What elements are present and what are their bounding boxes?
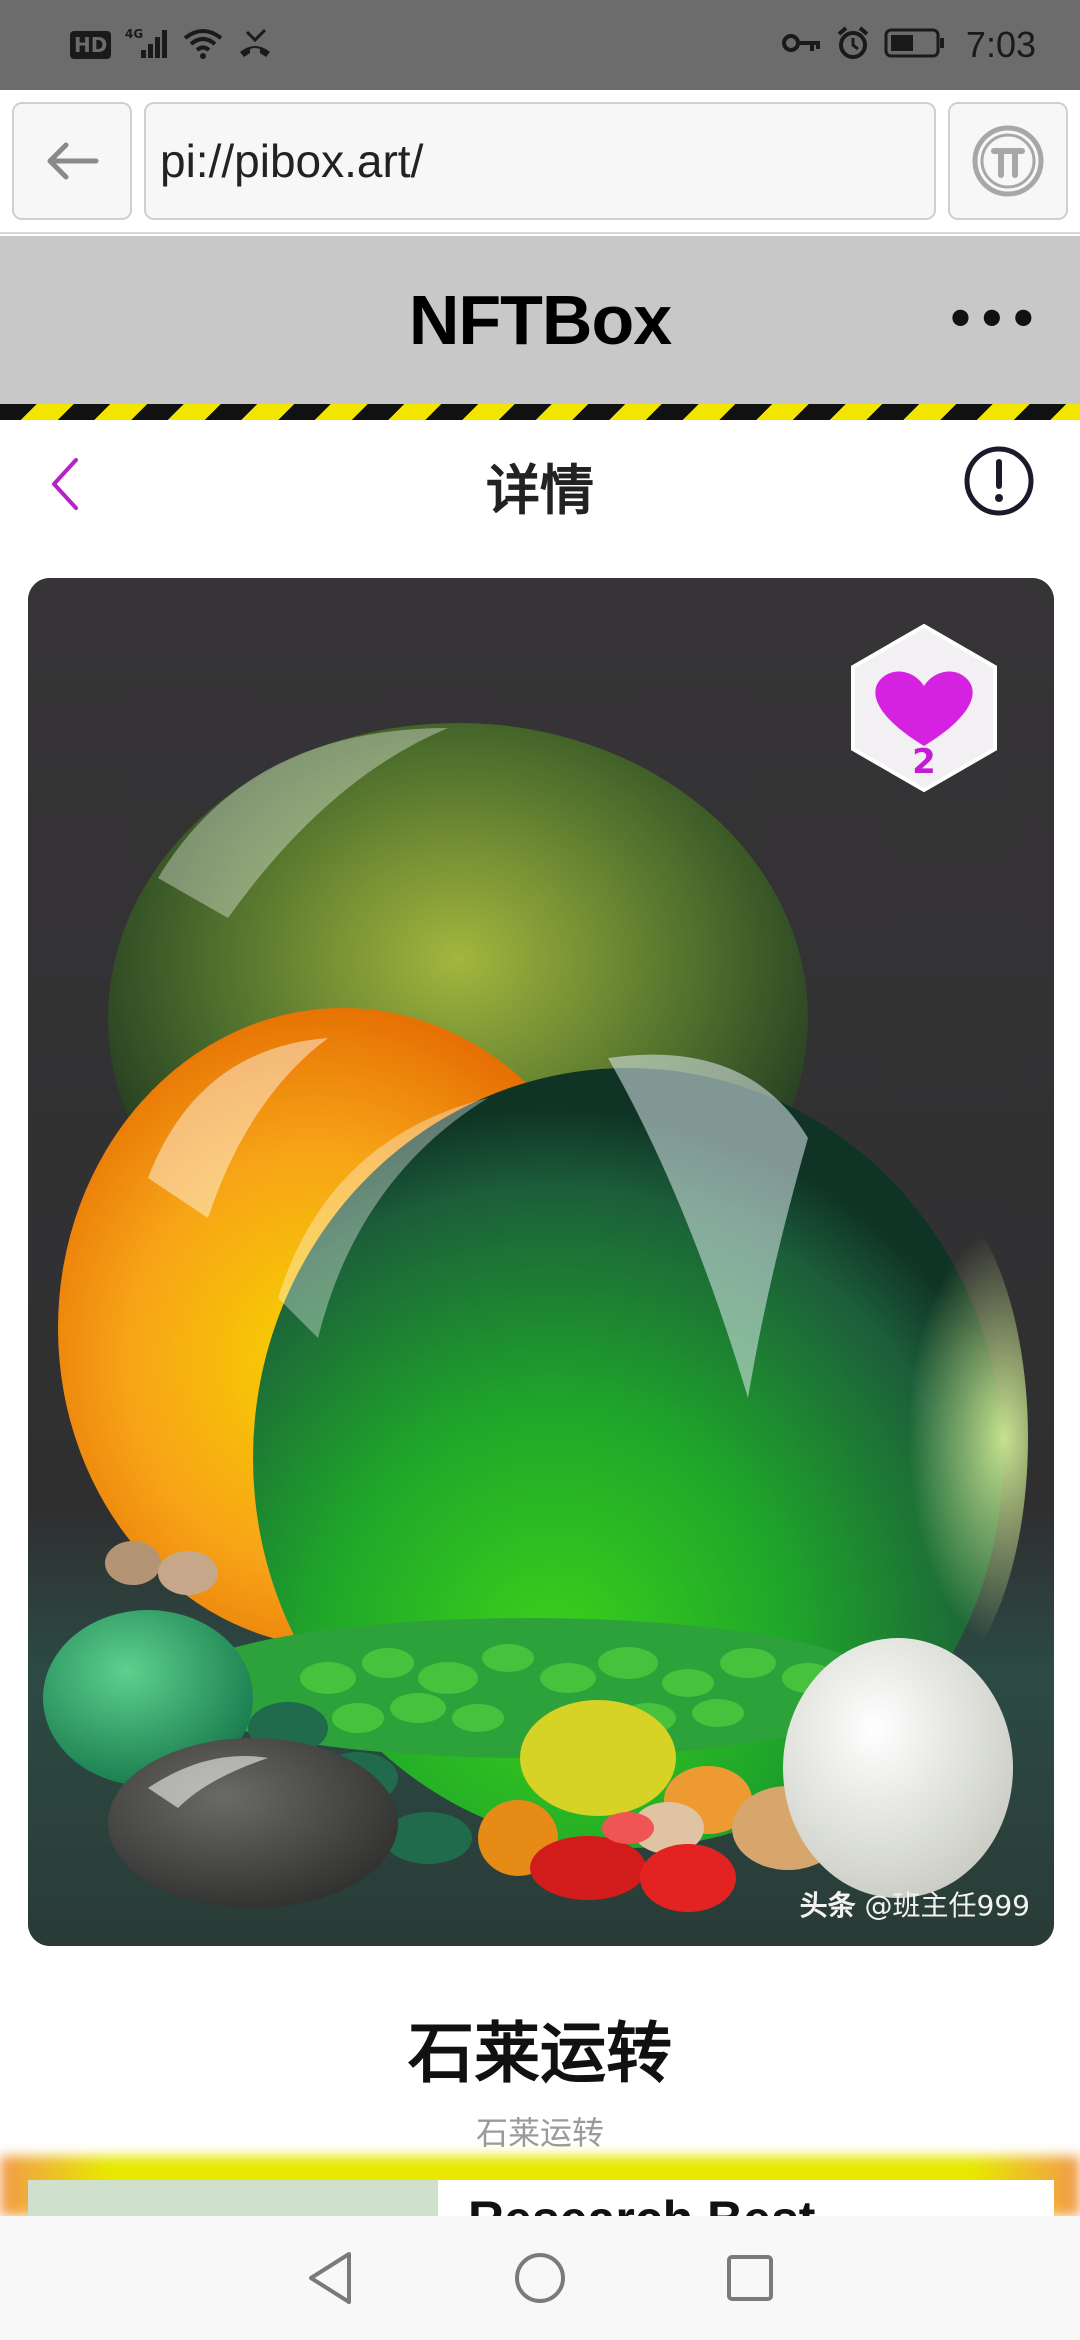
watermark-user: @班主任999 xyxy=(864,1889,1030,1922)
page-title: 详情 xyxy=(486,458,594,522)
more-menu-button[interactable]: ••• xyxy=(946,292,1040,346)
nav-back-button[interactable] xyxy=(300,2248,360,2308)
app-title: NFTBox xyxy=(408,281,672,359)
nav-recents-button[interactable] xyxy=(720,2248,780,2308)
square-recents-icon xyxy=(727,2255,773,2301)
browser-toolbar: pi://pibox.art/ xyxy=(0,90,1080,234)
nav-home-button[interactable] xyxy=(510,2248,570,2308)
battery-icon xyxy=(884,27,946,63)
pi-wallet-button[interactable] xyxy=(948,102,1068,220)
status-left: HD 4G xyxy=(70,26,273,64)
app-header: NFTBox ••• xyxy=(0,236,1080,404)
hazard-stripe xyxy=(0,404,1080,420)
watermark-brand: 头条 xyxy=(799,1889,856,1922)
exclamation-circle-icon xyxy=(964,446,1034,516)
signal-icon: 4G xyxy=(125,26,169,64)
browser-back-button[interactable] xyxy=(12,102,132,220)
status-bar: HD 4G 7:03 xyxy=(0,0,1080,90)
triangle-back-icon xyxy=(309,2252,351,2304)
network-label: 4G xyxy=(125,27,143,41)
pi-coin-icon xyxy=(972,125,1044,197)
watermark: 头条 @班主任999 xyxy=(800,1884,1030,1924)
like-count: 2 xyxy=(912,742,936,782)
wifi-icon xyxy=(183,26,223,64)
arrow-left-icon xyxy=(47,142,99,180)
circle-home-icon xyxy=(515,2253,565,2303)
report-button[interactable] xyxy=(962,444,1036,522)
like-button[interactable]: 2 xyxy=(838,622,1010,794)
alarm-icon xyxy=(836,26,870,64)
clock: 7:03 xyxy=(965,24,1036,65)
url-field[interactable]: pi://pibox.art/ xyxy=(144,102,936,220)
status-right: 7:03 xyxy=(781,24,1036,66)
nft-image[interactable]: 2 头条 @班主任999 xyxy=(28,578,1054,1946)
detail-header: 详情 xyxy=(0,420,1080,550)
system-nav-bar xyxy=(0,2216,1080,2340)
nft-subtitle: 石莱运转 xyxy=(475,2114,604,2152)
hd-badge: HD xyxy=(70,31,112,59)
nft-title: 石莱运转 xyxy=(408,2015,672,2092)
missed-call-icon xyxy=(237,26,273,64)
key-icon xyxy=(781,31,822,59)
